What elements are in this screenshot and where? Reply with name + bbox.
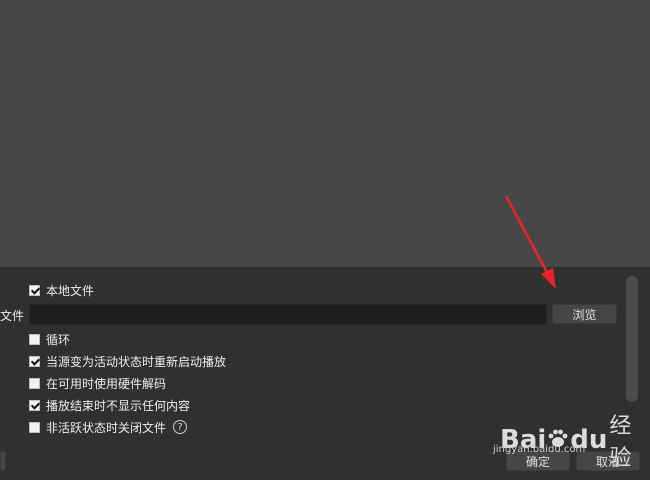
watermark-url: jingyan.baidu.com [493, 444, 586, 455]
watermark-suffix: 经验 [609, 414, 632, 471]
baidu-watermark: Bai du 经验 [500, 408, 650, 472]
